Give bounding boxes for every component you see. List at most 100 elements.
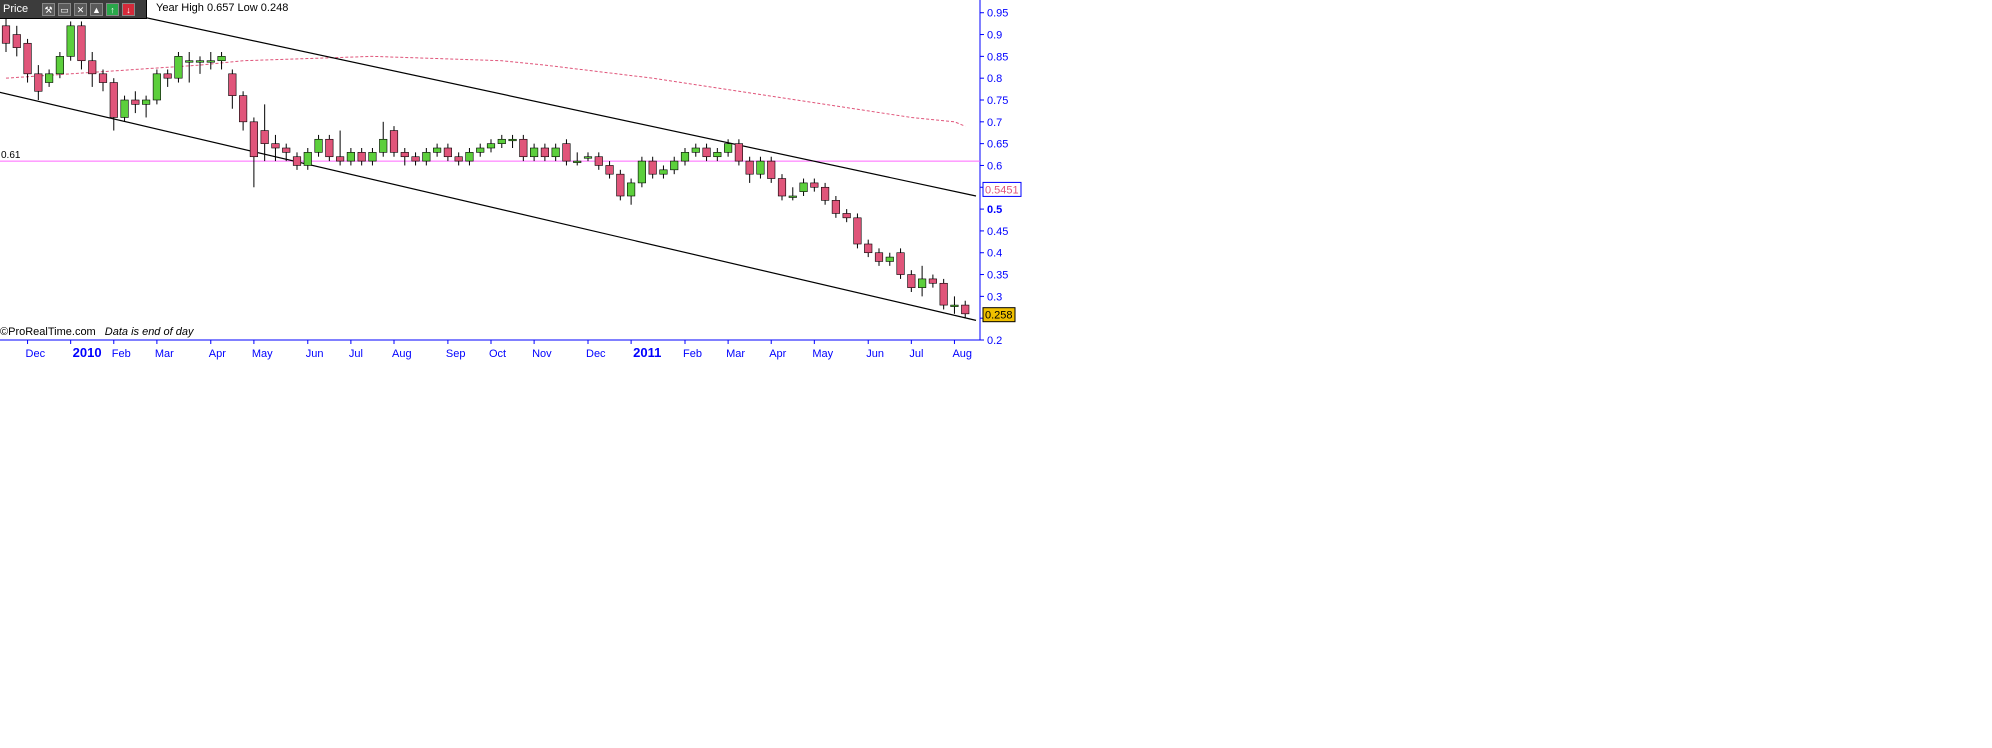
x-tick-label: Jun (306, 348, 324, 360)
x-tick-label: Oct (489, 348, 506, 360)
candle-down (928, 278, 937, 284)
candle-down (88, 60, 97, 75)
candle-up (174, 56, 183, 79)
y-tick-label: 0.75 (987, 95, 1008, 107)
x-tick-label: Sep (446, 348, 466, 360)
candle-down (34, 73, 43, 92)
candle-down (400, 152, 409, 158)
candle-down (821, 186, 830, 201)
x-tick-label: Aug (952, 348, 972, 360)
candle-down (98, 73, 108, 83)
candle-down (777, 178, 787, 197)
candle-down (810, 182, 819, 188)
candle-up (583, 156, 593, 159)
candle-up (799, 182, 808, 192)
x-tick-label: Apr (209, 348, 226, 360)
candle-up (573, 160, 582, 163)
candle-down (896, 252, 905, 275)
y-tick-label: 0.65 (987, 139, 1008, 151)
candle-down (325, 138, 334, 158)
chart-toolbar: Price ⚒ ▭ ✕ ▲ ↑ ↓ (0, 0, 147, 19)
y-tick-label: 0.95 (987, 8, 1008, 20)
year-high-low-text: Year High 0.657 Low 0.248 (156, 2, 289, 14)
candle-down (874, 252, 884, 262)
x-tick-label: Jul (349, 348, 363, 360)
candle-up (195, 60, 205, 63)
candle-up (497, 138, 506, 144)
down-arrow-icon[interactable]: ↓ (122, 2, 135, 16)
x-tick-label: May (812, 348, 833, 360)
candle-up (303, 152, 312, 166)
candle-down (831, 200, 840, 214)
candle-up (670, 160, 679, 171)
y-tick-label: 0.8 (987, 73, 1002, 85)
x-tick-label: Mar (726, 348, 745, 360)
last-price-label: 0.258 (985, 310, 1013, 322)
window-icon[interactable]: ▭ (58, 2, 71, 16)
candle-up (55, 56, 64, 75)
candle-up (508, 138, 517, 142)
candle-up (788, 195, 797, 198)
source-credit: ©ProRealTime.com (0, 326, 96, 338)
candle-up (724, 143, 733, 153)
candle-up (530, 147, 539, 158)
candle-down (239, 95, 248, 123)
x-tick-label: Mar (155, 348, 174, 360)
candle-down (411, 156, 420, 162)
horizontal-level-label: 0.61 (1, 150, 21, 161)
candle-up (756, 160, 765, 175)
candle-down (260, 130, 269, 144)
lower-trendline (0, 91, 977, 321)
x-tick-label: Dec (586, 348, 606, 360)
x-tick-label: 2010 (73, 345, 102, 360)
candle-up (314, 138, 323, 153)
up-arrow-icon[interactable]: ↑ (106, 2, 119, 16)
x-tick-label: Aug (392, 348, 412, 360)
candle-up (680, 152, 690, 162)
candle-down (745, 160, 754, 175)
bell-icon[interactable]: ▲ (90, 2, 103, 16)
candle-up (486, 143, 496, 149)
candle-down (77, 25, 86, 62)
candle-up (206, 60, 215, 63)
toolbar-title: Price (3, 3, 29, 15)
candle-down (228, 73, 237, 96)
x-tick-label: 2011 (633, 345, 661, 360)
data-note: Data is end of day (104, 326, 194, 338)
candle-down (292, 156, 302, 166)
candle-up (659, 169, 668, 175)
candle-down (767, 160, 776, 179)
chart-footer: ©ProRealTime.com Data is end of day (0, 326, 193, 338)
candle-down (842, 213, 851, 219)
y-tick-label: 0.5 (987, 204, 1002, 216)
candle-up (637, 160, 646, 184)
candle-down (109, 82, 118, 118)
x-tick-label: Nov (532, 348, 552, 360)
wrench-icon[interactable]: ⚒ (42, 2, 55, 16)
candle-down (443, 147, 452, 158)
candle-up (918, 278, 927, 288)
candle-up (379, 138, 388, 153)
candle-up (713, 152, 722, 158)
candle-up (45, 73, 54, 83)
candle-down (389, 130, 399, 153)
price-chart: 0.950.90.850.80.750.70.650.60.550.50.450… (0, 0, 1022, 360)
ma-value-label: 0.5451 (985, 184, 1019, 196)
x-tick-label: May (252, 348, 273, 360)
candle-down (282, 147, 291, 153)
candle-down (605, 165, 614, 175)
candle-up (217, 56, 226, 62)
x-tick-label: Apr (769, 348, 786, 360)
candle-down (131, 99, 140, 105)
moving-average-line (5, 55, 966, 127)
candle-down (163, 73, 172, 79)
candle-down (616, 173, 625, 197)
candle-down (519, 138, 528, 158)
candle-down (357, 152, 366, 162)
y-tick-label: 0.7 (987, 117, 1002, 129)
candle-down (702, 147, 711, 158)
candle-down (864, 243, 873, 254)
candle-up (433, 147, 442, 153)
x-tick-label: Dec (26, 348, 46, 360)
close-icon[interactable]: ✕ (74, 2, 87, 16)
